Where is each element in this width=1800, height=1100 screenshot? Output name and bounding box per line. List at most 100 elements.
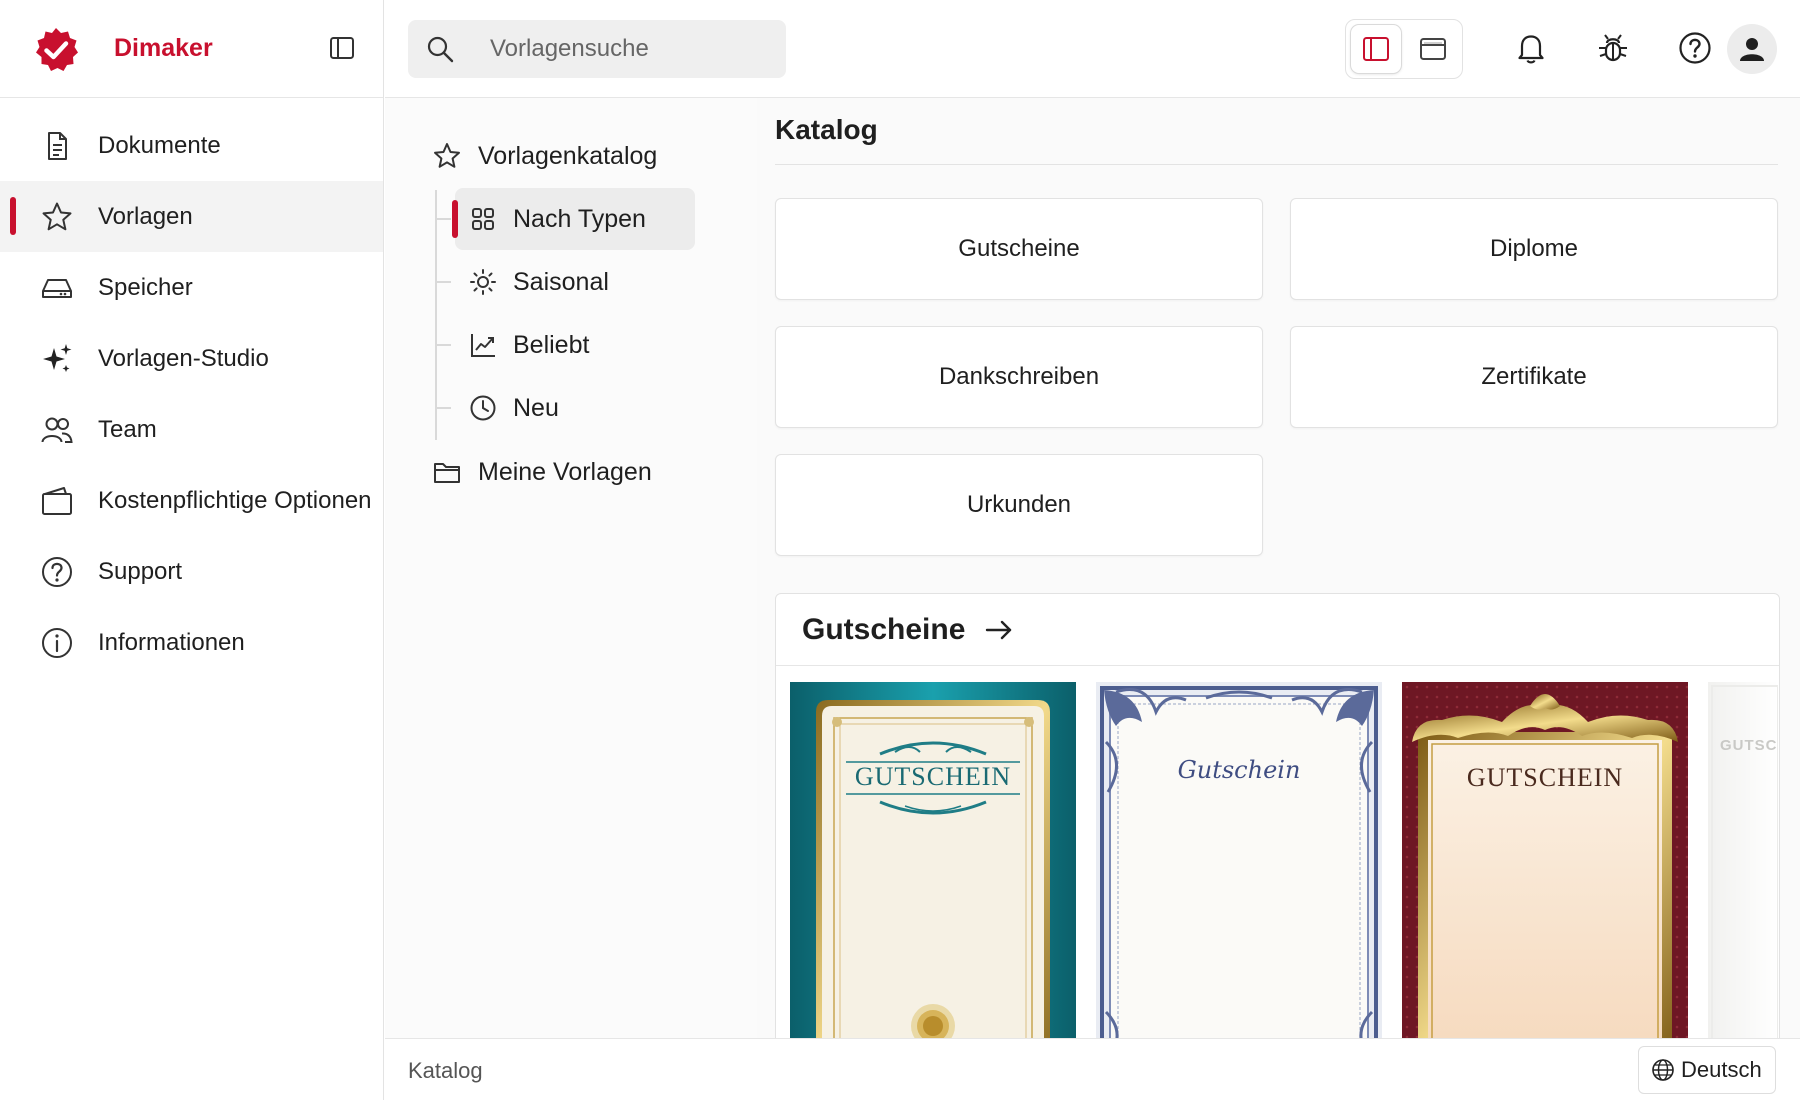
- tree-branch: [435, 344, 451, 346]
- search-input[interactable]: [490, 29, 770, 69]
- template-thumbnail-navy-ornate[interactable]: Gutschein: [1096, 682, 1382, 1038]
- storage-drive-icon: [42, 278, 72, 298]
- catalog-main: Katalog Gutscheine Diplome Dankschreiben…: [757, 98, 1800, 1038]
- tree-item-neu[interactable]: Neu: [435, 377, 695, 439]
- help-button[interactable]: [1675, 28, 1715, 68]
- star-icon: [434, 143, 460, 168]
- top-bar: [385, 0, 1800, 98]
- template-caption: Gutschein: [1178, 756, 1301, 784]
- sidebar-item-label: Informationen: [98, 628, 245, 656]
- section-title: Gutscheine: [802, 612, 966, 646]
- user-icon: [1740, 38, 1764, 61]
- sidebar: Dimaker Dokumente Vorlagen Speicher Vorl…: [0, 0, 384, 1100]
- info-circle-icon: [42, 627, 72, 658]
- category-card-gutscheine[interactable]: Gutscheine: [775, 198, 1263, 300]
- template-caption: GUTSCHEIN: [855, 762, 1011, 791]
- sidebar-item-label: Vorlagen: [98, 202, 193, 230]
- brand-logo-icon[interactable]: [32, 26, 80, 74]
- trending-chart-icon: [471, 334, 495, 357]
- help-circle-icon: [1679, 32, 1711, 64]
- tree-item-meine-vorlagen[interactable]: Meine Vorlagen: [385, 444, 715, 500]
- language-label: Deutsch: [1681, 1057, 1762, 1082]
- sidebar-item-dokumente[interactable]: Dokumente: [0, 110, 383, 181]
- search-box[interactable]: [408, 20, 786, 78]
- footer-bar: Katalog Deutsch: [385, 1038, 1800, 1100]
- voucher-navy-ornate-preview: Gutschein: [1096, 682, 1382, 1038]
- search-icon: [427, 36, 454, 63]
- page-title: Katalog: [775, 114, 878, 145]
- sidebar-item-label: Support: [98, 557, 183, 585]
- tree-item-nach-typen[interactable]: Nach Typen: [435, 188, 695, 250]
- tree-item-label: Saisonal: [513, 267, 609, 296]
- star-icon: [42, 202, 72, 230]
- brand-header: Dimaker: [0, 0, 383, 98]
- sidebar-item-label: Vorlagen-Studio: [98, 344, 269, 372]
- sidebar-item-vorlagen-studio[interactable]: Vorlagen-Studio: [0, 323, 383, 394]
- category-card-urkunden[interactable]: Urkunden: [775, 454, 1263, 556]
- view-mode-switch: [1345, 19, 1463, 79]
- template-caption: GUTSCHEIN: [1467, 763, 1623, 792]
- sidebar-item-label: Dokumente: [98, 131, 221, 159]
- user-avatar[interactable]: [1727, 24, 1777, 74]
- category-card-zertifikate[interactable]: Zertifikate: [1290, 326, 1778, 428]
- tree-item-label: Neu: [513, 393, 559, 422]
- template-caption: GUTSC: [1720, 737, 1778, 754]
- notifications-button[interactable]: [1511, 28, 1551, 68]
- sidebar-toggle-icon[interactable]: [328, 34, 356, 62]
- folder-icon: [434, 463, 460, 483]
- tree-branch: [435, 281, 451, 283]
- sidebar-item-vorlagen[interactable]: Vorlagen: [0, 181, 383, 252]
- brand-name[interactable]: Dimaker: [114, 34, 213, 63]
- bell-icon: [1518, 35, 1544, 64]
- category-card-dankschreiben[interactable]: Dankschreiben: [775, 326, 1263, 428]
- bug-icon: [1599, 34, 1627, 62]
- sidebar-item-team[interactable]: Team: [0, 394, 383, 465]
- gutscheine-section: Gutscheine GUTSCHEIN Gutschein GUTSCHEIN…: [775, 593, 1780, 1038]
- tree-item-saisonal[interactable]: Saisonal: [435, 251, 695, 313]
- grid-icon: [472, 208, 494, 230]
- help-circle-icon: [42, 556, 72, 587]
- sidebar-item-support[interactable]: Support: [0, 536, 383, 607]
- catalog-tree-nav: Vorlagenkatalog Nach Typen Saisonal Beli…: [385, 98, 757, 1038]
- template-thumbnail-burgundy-gold[interactable]: GUTSCHEIN: [1402, 682, 1688, 1038]
- sparkles-icon: [43, 343, 72, 372]
- sidebar-item-informationen[interactable]: Informationen: [0, 607, 383, 678]
- template-thumbnail-teal-gold[interactable]: GUTSCHEIN: [790, 682, 1076, 1038]
- tree-branch: [435, 218, 451, 220]
- window-layout-icon: [1420, 38, 1446, 60]
- wallet-icon: [42, 486, 72, 515]
- bug-report-button[interactable]: [1593, 28, 1633, 68]
- sidebar-view-button[interactable]: [1351, 25, 1401, 73]
- voucher-burgundy-gold-preview: GUTSCHEIN: [1402, 682, 1688, 1038]
- sidebar-item-speicher[interactable]: Speicher: [0, 252, 383, 323]
- category-card-diplome[interactable]: Diplome: [1290, 198, 1778, 300]
- breadcrumb: Katalog: [408, 1058, 483, 1083]
- document-icon: [48, 131, 67, 160]
- tree-item-vorlagenkatalog[interactable]: Vorlagenkatalog: [385, 128, 715, 184]
- title-divider: [775, 164, 1778, 165]
- template-thumbnail-faded[interactable]: GUTSC: [1708, 682, 1778, 1038]
- users-icon: [41, 417, 73, 443]
- globe-icon: [1652, 1059, 1674, 1081]
- tree-item-beliebt[interactable]: Beliebt: [435, 314, 695, 376]
- sidebar-item-label: Speicher: [98, 273, 193, 301]
- sun-icon: [470, 269, 496, 295]
- clock-icon: [470, 395, 496, 421]
- window-view-button[interactable]: [1408, 25, 1458, 73]
- arrow-right-icon: [986, 620, 1012, 639]
- tree-item-label: Nach Typen: [513, 204, 646, 233]
- voucher-faded-preview: GUTSC: [1708, 682, 1778, 1038]
- voucher-teal-gold-preview: GUTSCHEIN: [790, 682, 1076, 1038]
- sidebar-item-label: Team: [98, 415, 157, 443]
- tree-item-label: Meine Vorlagen: [478, 457, 652, 486]
- tree-connector-line: [435, 190, 437, 440]
- tree-branch: [435, 407, 451, 409]
- section-header-link[interactable]: Gutscheine: [776, 594, 1779, 666]
- tree-item-label: Vorlagenkatalog: [478, 141, 658, 170]
- sidebar-item-label: Kostenpflichtige Optionen: [98, 486, 372, 514]
- tree-item-label: Beliebt: [513, 330, 590, 359]
- sidebar-nav: Dokumente Vorlagen Speicher Vorlagen-Stu…: [0, 98, 383, 678]
- language-selector-button[interactable]: Deutsch: [1638, 1046, 1776, 1094]
- sidebar-item-kostenpflichtige-optionen[interactable]: Kostenpflichtige Optionen: [0, 465, 383, 536]
- sidebar-layout-icon: [1363, 37, 1389, 61]
